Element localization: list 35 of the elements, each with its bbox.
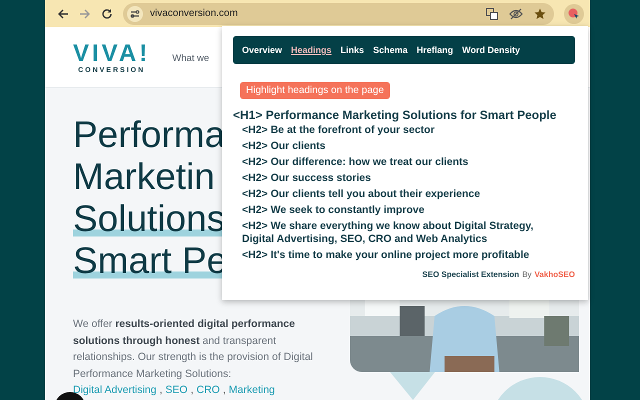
tab[interactable]: Links (340, 45, 364, 55)
heading-item: <H2> Our clients tell you about their experience (241, 188, 482, 201)
hero-title-line: Performa (73, 115, 226, 155)
eye-off-icon[interactable] (509, 8, 523, 20)
tab[interactable]: Word Density (462, 45, 520, 55)
heading-item: <H2> Our difference: how we treat our clients (241, 156, 470, 169)
hero-title-line: Marketin (73, 157, 215, 197)
separator-text: , (159, 383, 162, 398)
tab[interactable]: Hreflang (416, 45, 454, 55)
separator-text: , (222, 383, 226, 398)
heading-item: <H2> Be at the forefront of your sector (241, 124, 436, 137)
tab[interactable]: Headings (291, 45, 332, 55)
footer-text: SEO Specialist Extension (422, 270, 520, 279)
heading-item: <H2> Our clients (241, 140, 326, 153)
reload-icon[interactable] (101, 8, 113, 20)
nav-link[interactable]: What we (172, 52, 210, 64)
separator-text: , (190, 383, 194, 398)
logo-wordmark[interactable]: VIVA! (73, 40, 150, 66)
extension-icon (568, 8, 580, 20)
heading-item: <H2> Our success stories (241, 172, 372, 185)
tab[interactable]: Overview (242, 45, 282, 55)
site-settings-icon[interactable] (127, 6, 143, 22)
back-icon[interactable] (57, 8, 69, 20)
star-icon[interactable] (534, 8, 546, 20)
footer-by-text: By (522, 270, 532, 279)
intro-paragraph: We offer results-oriented digital performance solutions through honest and transparent relationships. Our strength is the provision of Digital Performance Marketing Solutions: (73, 317, 314, 382)
extension-button[interactable] (564, 4, 584, 24)
address-bar[interactable]: vivaconversion.com (123, 2, 554, 24)
heading-item: <H2> It's time to make your online project more profitable (241, 248, 530, 262)
tab[interactable]: Schema (373, 45, 408, 55)
translate-icon[interactable] (486, 8, 498, 20)
heading-item: <H2> We share everything we know about Digital Strategy, Digital Advertising, SEO, CRO and Web Analytics (241, 220, 534, 246)
heading-item: <H2> We seek to constantly improve (241, 204, 426, 217)
url-text: vivaconversion.com (150, 8, 238, 19)
heading-item: <H1> Performance Marketing Solutions for Smart People (233, 107, 558, 124)
